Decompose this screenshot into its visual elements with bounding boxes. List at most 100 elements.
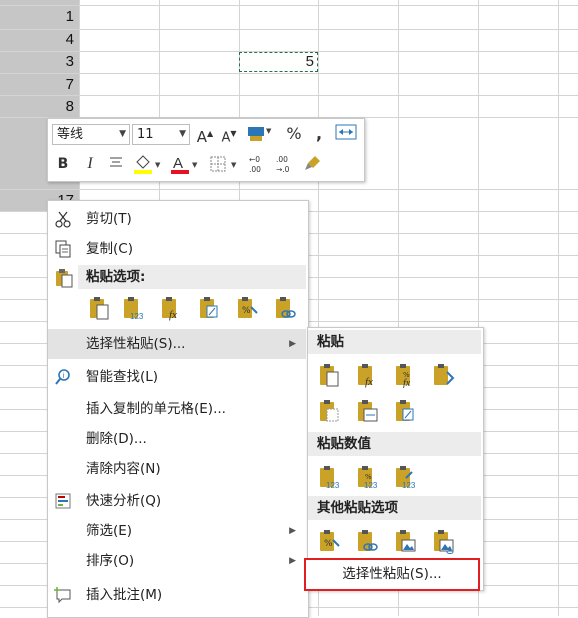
svg-text:123: 123	[130, 312, 144, 321]
submenu-section-paste: 粘贴	[308, 330, 481, 354]
font-size-dropdown[interactable]: 11 ▼	[132, 124, 190, 145]
paste-icon[interactable]	[316, 362, 342, 388]
comma-button[interactable]: ,	[312, 123, 326, 145]
accounting-format-button[interactable]: ▼	[245, 123, 273, 145]
row-number: 7	[65, 76, 74, 93]
decrease-font-button[interactable]: A▼	[220, 123, 238, 145]
row-number: 4	[65, 31, 74, 48]
svg-text:123: 123	[326, 481, 340, 490]
submenu-section-other-paste: 其他粘贴选项	[308, 496, 481, 520]
chevron-right-icon: ▶	[289, 556, 296, 566]
paste-icon[interactable]	[86, 295, 112, 321]
svg-text:123: 123	[402, 481, 416, 490]
borders-icon: ▼	[210, 156, 237, 172]
decrease-decimal-button[interactable]: .00 →.0	[275, 153, 297, 175]
menu-item-paste-special[interactable]: 选择性粘贴(S)... ▶	[48, 329, 306, 359]
paste-link-icon[interactable]	[354, 528, 380, 554]
menu-item-copy[interactable]: 复制(C)	[48, 235, 306, 263]
menu-item-cut[interactable]: 剪切(T)	[48, 205, 306, 233]
font-name-value: 等线	[57, 127, 84, 142]
chevron-right-icon: ▶	[289, 339, 296, 349]
decrease-decimal-icon: .00→.0	[276, 155, 290, 174]
menu-item-label: 插入批注(M)	[86, 587, 163, 603]
menu-item-delete[interactable]: 删除(D)...	[48, 425, 306, 453]
svg-text:A: A	[173, 155, 183, 172]
paste-values-number-format-icon[interactable]: %123	[354, 464, 380, 490]
menu-item-insert-copied-cells[interactable]: 插入复制的单元格(E)...	[48, 395, 306, 423]
font-name-dropdown[interactable]: 等线 ▼	[52, 124, 130, 145]
fill-color-button[interactable]: ▼	[132, 153, 164, 175]
format-painter-button[interactable]	[302, 153, 324, 175]
grid-line	[0, 29, 578, 30]
comment-icon	[54, 587, 71, 604]
paste-keep-source-format-icon[interactable]	[430, 362, 456, 388]
paste-column-widths-icon[interactable]	[354, 398, 380, 424]
chevron-right-icon: ▶	[289, 526, 296, 536]
paste-special-dialog-item[interactable]: 选择性粘贴(S)...	[304, 558, 480, 591]
paste-formatting-icon[interactable]: %	[316, 528, 342, 554]
increase-decimal-button[interactable]: ←0.00	[248, 153, 270, 175]
align-center-icon	[110, 157, 122, 167]
paste-values-icon[interactable]: 123	[120, 295, 146, 321]
paste-linked-picture-icon[interactable]	[430, 528, 456, 554]
menu-item-label: 排序(O)	[86, 553, 135, 569]
increase-decimal-icon: ←0.00	[249, 155, 261, 174]
align-center-button[interactable]	[106, 153, 126, 175]
paste-picture-icon[interactable]	[392, 528, 418, 554]
row-number: 1	[65, 8, 74, 25]
italic-button[interactable]: I	[82, 153, 98, 175]
paste-no-borders-icon[interactable]	[316, 398, 342, 424]
paste-formulas-icon[interactable]: fx	[158, 295, 184, 321]
context-menu: 剪切(T) 复制(C) 粘贴选项: 123 fx % 选择性粘贴(S)... ▶…	[47, 200, 309, 618]
menu-item-sort[interactable]: 排序(O) ▶	[48, 547, 306, 575]
section-label: 粘贴	[317, 334, 344, 350]
paste-icon	[56, 269, 73, 288]
copied-cell[interactable]: 5	[239, 52, 318, 72]
paste-values-source-format-icon[interactable]: 123	[392, 464, 418, 490]
smart-lookup-icon: i	[55, 369, 70, 385]
percent-button[interactable]: %	[284, 123, 304, 145]
menu-item-smart-lookup[interactable]: i 智能查找(L)	[48, 363, 306, 391]
svg-text:→.0: →.0	[276, 165, 290, 174]
menu-item-filter[interactable]: 筛选(E) ▶	[48, 517, 306, 545]
section-label: 其他粘贴选项	[317, 500, 398, 516]
paste-formulas-icon[interactable]: fx	[354, 362, 380, 388]
merge-center-button[interactable]	[334, 123, 358, 145]
svg-text:fx: fx	[403, 378, 411, 388]
increase-font-button[interactable]: A▲	[196, 123, 214, 146]
paste-values-icon[interactable]: 123	[316, 464, 342, 490]
font-size-value: 11	[137, 127, 154, 142]
grid-line	[0, 73, 578, 74]
paste-formulas-number-format-icon[interactable]: %fx	[392, 362, 418, 388]
paste-options-header: 粘贴选项:	[78, 265, 306, 289]
grid-line	[0, 189, 578, 190]
menu-item-insert-comment[interactable]: 插入批注(M)	[48, 581, 306, 609]
copy-icon	[55, 240, 71, 258]
menu-item-quick-analysis[interactable]: 快速分析(Q)	[48, 487, 306, 515]
paste-transpose-icon[interactable]	[392, 398, 418, 424]
menu-item-clear-contents[interactable]: 清除内容(N)	[48, 455, 306, 483]
merge-cells-icon	[335, 124, 357, 140]
svg-text:▼: ▼	[155, 161, 161, 169]
chevron-down-icon: ▼	[179, 129, 186, 139]
paste-special-label: 选择性粘贴(S)...	[342, 566, 442, 582]
accounting-icon: ▼	[248, 127, 272, 141]
menu-item-label: 快速分析(Q)	[86, 493, 162, 509]
svg-text:▼: ▼	[266, 127, 272, 135]
svg-text:.00: .00	[249, 165, 261, 174]
bold-button[interactable]: B	[54, 153, 72, 175]
chevron-down-icon: ▼	[119, 129, 126, 139]
menu-item-label: 选择性粘贴(S)...	[86, 336, 186, 352]
format-painter-icon	[305, 156, 320, 170]
borders-button[interactable]: ▼	[208, 153, 240, 175]
svg-text:←0: ←0	[249, 155, 260, 164]
paste-formatting-icon[interactable]: %	[234, 295, 260, 321]
svg-text:fx: fx	[169, 309, 177, 321]
paste-link-icon[interactable]	[272, 295, 298, 321]
paste-transpose-icon[interactable]	[196, 295, 222, 321]
menu-item-label: 插入复制的单元格(E)...	[86, 401, 226, 417]
menu-item-label: 剪切(T)	[86, 211, 132, 227]
svg-text:fx: fx	[365, 376, 373, 388]
grid-line	[0, 95, 578, 96]
font-color-button[interactable]: A ▼	[169, 153, 201, 175]
